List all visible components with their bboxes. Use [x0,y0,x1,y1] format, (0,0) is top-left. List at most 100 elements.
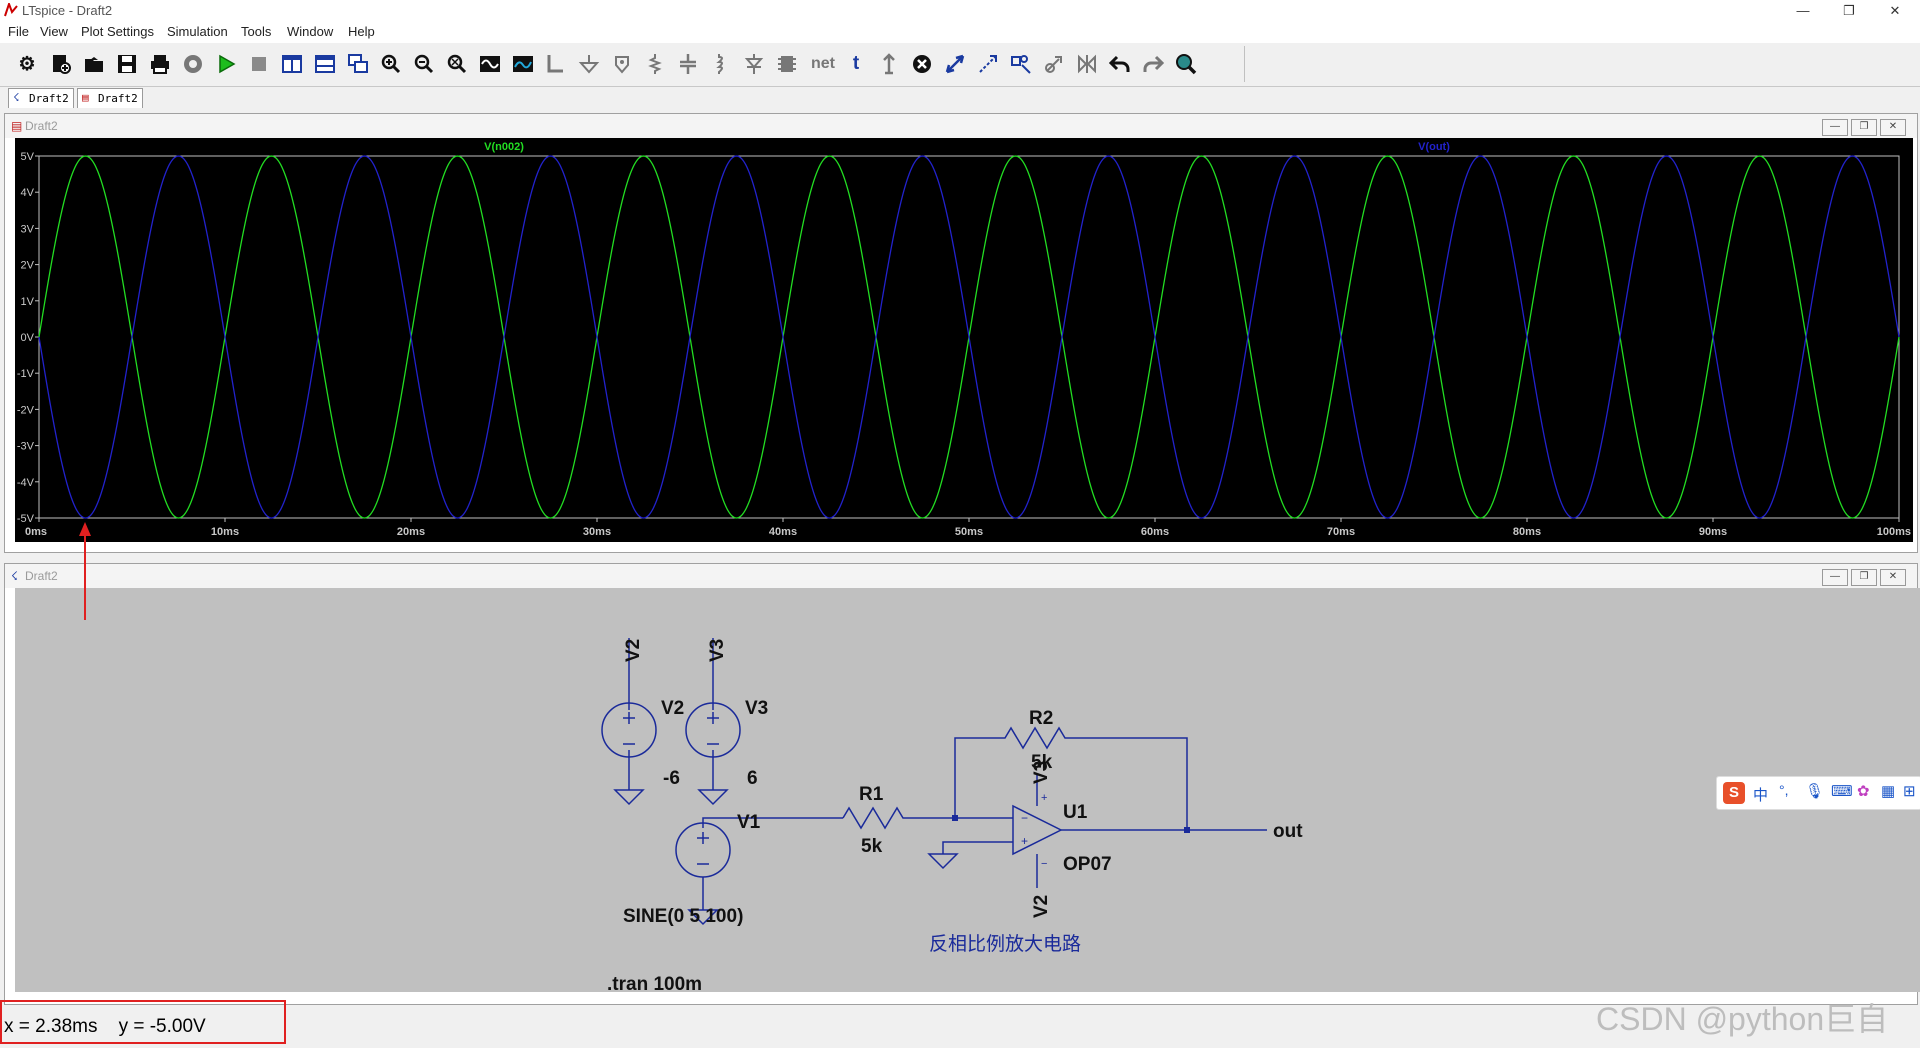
v2-name[interactable]: V2 [661,698,684,719]
r1-value[interactable]: 5k [861,836,883,857]
window-title: LTspice - Draft2 [22,3,113,18]
text-button[interactable]: t [843,51,869,77]
u1-vplus-net[interactable]: V3 [1031,761,1052,784]
waveform-plot[interactable]: 5V 4V 3V 2V 1V 0V -1V -2V -3V -4V -5V 0ms 10ms 20ms 30… [15,138,1913,542]
autorange-icon [480,56,500,72]
v1-name[interactable]: V1 [737,812,761,833]
control-panel-button[interactable]: ⚙ [14,51,40,77]
ground-icon [578,55,600,74]
v1-value[interactable]: SINE(0 5 100) [623,906,743,927]
menu-window[interactable]: Window [287,24,333,39]
tab-draft2-plot[interactable]: ▤ Draft2 [77,88,143,108]
menu-view[interactable]: View [40,24,68,39]
print-button[interactable] [147,51,173,77]
menu-help[interactable]: Help [348,24,375,39]
keyboard-icon[interactable]: ⌨ [1831,782,1853,800]
u1-name[interactable]: U1 [1063,802,1088,823]
ime-mode[interactable]: 中 [1753,784,1768,805]
opamp-plus-sign: + [1021,834,1028,848]
tab-draft2-schematic[interactable]: ☇ Draft2 [8,88,74,108]
ime-toolbar[interactable]: S 中 °, 🎙 ⌨ ✿ ▦ ⊞ [1716,776,1920,810]
v2-ground[interactable] [613,789,645,806]
duplicate-button[interactable] [942,51,968,77]
u1-vminus-net[interactable]: V2 [1031,895,1052,918]
mirror-button[interactable] [1074,51,1100,77]
undo-button[interactable] [1107,51,1133,77]
plot-minimize-button[interactable]: — [1822,119,1848,136]
menu-tools[interactable]: Tools [241,24,271,39]
menu-simulation[interactable]: Simulation [167,24,228,39]
more-icon[interactable]: ⊞ [1903,782,1916,800]
v1-source-symbol[interactable] [675,822,731,878]
y-tick-label: 0V [21,332,35,344]
plot-close-button[interactable]: ✕ [1880,119,1906,136]
v2-net-label[interactable]: V2 [623,639,644,662]
net-button[interactable]: net [809,51,837,77]
r1-resistor[interactable] [842,806,955,830]
circuit-caption[interactable]: 反相比例放大电路 [929,933,1081,955]
v3-name[interactable]: V3 [745,698,768,719]
move-button[interactable] [975,51,1001,77]
zoom-out-button[interactable] [411,51,437,77]
v3-net-label[interactable]: V3 [707,639,728,662]
wire-button[interactable] [543,51,569,77]
restore-button[interactable]: ❐ [1826,1,1872,21]
inductor-button[interactable] [708,51,734,77]
resistor-button[interactable] [642,51,668,77]
waveform-button[interactable] [510,51,536,77]
cog-icon [184,55,202,73]
menu-plot-settings[interactable]: Plot Settings [81,24,154,39]
drag-button[interactable] [1008,51,1034,77]
close-button[interactable]: ✕ [1872,1,1918,21]
new-schematic-button[interactable] [48,51,74,77]
schematic-restore-button[interactable]: ❐ [1851,569,1877,586]
v3-value[interactable]: 6 [747,768,758,789]
out-net-label[interactable]: out [1273,821,1303,842]
autorange-button[interactable] [477,51,503,77]
component-button[interactable] [774,51,800,77]
minimize-button[interactable]: — [1780,1,1826,21]
settings-button[interactable] [180,51,206,77]
run-button[interactable] [213,51,239,77]
r2-name[interactable]: R2 [1029,708,1053,729]
microphone-icon[interactable]: 🎙 [1805,782,1824,800]
open-button[interactable] [81,51,107,77]
capacitor-button[interactable] [675,51,701,77]
spice-directive-button[interactable] [876,51,902,77]
rotate-button[interactable] [1041,51,1067,77]
schematic-drawing[interactable]: − + + − V2 V3 V2 -6 V3 6 R2 5k R1 5k V1 … [15,588,1920,995]
delete-button[interactable] [909,51,935,77]
find-button[interactable] [1173,51,1199,77]
diode-button[interactable] [741,51,767,77]
schematic-close-button[interactable]: ✕ [1880,569,1906,586]
v2-value[interactable]: -6 [663,768,680,789]
zoom-fit-button[interactable] [444,51,470,77]
menu-file[interactable]: File [8,24,29,39]
schematic-canvas[interactable]: − + + − V2 V3 V2 -6 V3 6 R2 5k R1 5k V1 … [15,588,1920,995]
cascade-button[interactable] [345,51,371,77]
plot-window-icon: ▤ [11,119,23,133]
save-button[interactable] [114,51,140,77]
v3-ground[interactable] [697,789,729,806]
label-net-button[interactable] [609,51,635,77]
halt-button[interactable] [246,51,272,77]
zoom-in-button[interactable] [378,51,404,77]
punctuation-icon[interactable]: °, [1779,782,1789,798]
v3-source-symbol[interactable] [685,702,741,758]
waveform-chart[interactable]: 5V 4V 3V 2V 1V 0V -1V -2V -3V -4V -5V0ms 10ms 20ms 30… [15,138,1913,542]
ground-button[interactable] [576,51,602,77]
opamp-ground[interactable] [927,853,959,870]
sogou-icon[interactable]: S [1723,782,1745,804]
r1-name[interactable]: R1 [859,784,884,805]
redo-button[interactable] [1140,51,1166,77]
tile-horizontal-button[interactable] [312,51,338,77]
tile-vertical-button[interactable] [279,51,305,77]
toolbox-icon[interactable]: ▦ [1881,782,1895,800]
tran-directive[interactable]: .tran 100m [607,974,702,995]
opamp-vminus-sign: − [1041,858,1047,870]
schematic-minimize-button[interactable]: — [1822,569,1848,586]
skin-icon[interactable]: ✿ [1857,782,1870,800]
u1-model[interactable]: OP07 [1063,854,1112,875]
plot-restore-button[interactable]: ❐ [1851,119,1877,136]
v2-source-symbol[interactable] [601,702,657,758]
